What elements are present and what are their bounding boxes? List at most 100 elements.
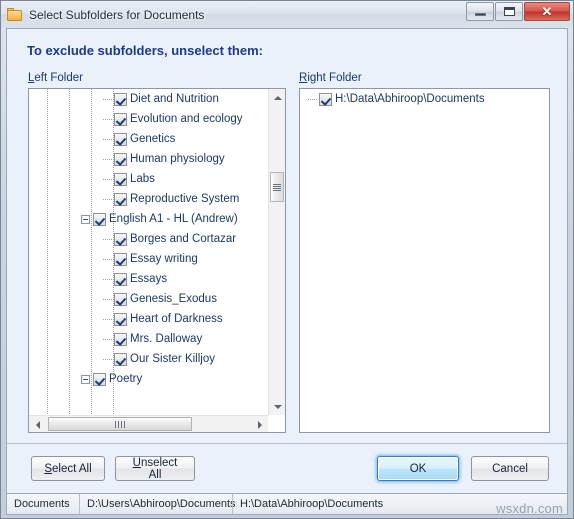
node-label: Genesis_Exodus — [130, 293, 217, 305]
node-checkbox[interactable] — [93, 212, 106, 226]
unselect-all-accel: U — [132, 457, 141, 469]
tree-node[interactable]: English A1 - HL (Andrew) — [29, 209, 268, 229]
node-label: Heart of Darkness — [130, 313, 223, 325]
node-label: Essay writing — [130, 253, 198, 265]
node-checkbox[interactable] — [114, 272, 127, 286]
node-label: Labs — [130, 173, 155, 185]
minimize-icon — [474, 13, 486, 16]
scroll-up-button[interactable] — [269, 89, 285, 106]
node-label: Evolution and ecology — [130, 113, 243, 125]
right-tree-nodes: H:\Data\Abhiroop\Documents — [300, 89, 549, 109]
node-label: Reproductive System — [130, 193, 240, 205]
grip-icon — [273, 183, 281, 191]
right-tree-box[interactable]: H:\Data\Abhiroop\Documents — [299, 88, 550, 433]
left-tree-nodes: Diet and Nutrition Evolution and ecology G… — [29, 89, 268, 389]
right-tree-scrollport: H:\Data\Abhiroop\Documents — [300, 89, 549, 432]
minimize-button[interactable] — [466, 2, 494, 21]
left-tree-box[interactable]: Diet and Nutrition Evolution and ecology G… — [28, 88, 286, 433]
confirm-buttons: OK Cancel — [377, 456, 549, 481]
status-cell-left-path: D:\Users\Abhiroop\Documents — [79, 494, 236, 514]
instruction-text: To exclude subfolders, unselect them: — [27, 43, 263, 58]
tree-node[interactable]: Human physiology — [29, 149, 268, 169]
grip-icon — [115, 420, 125, 428]
collapse-node-icon[interactable] — [81, 214, 90, 224]
triangle-up-icon — [273, 95, 282, 100]
node-checkbox[interactable] — [93, 372, 106, 386]
node-checkbox[interactable] — [114, 352, 127, 366]
window-controls: ✕ — [466, 2, 570, 21]
select-all-accel: S — [44, 462, 53, 475]
tree-node[interactable]: Labs — [29, 169, 268, 189]
node-checkbox[interactable] — [114, 232, 127, 246]
node-checkbox[interactable] — [114, 192, 127, 206]
tree-connector-line — [103, 118, 112, 120]
triangle-right-icon — [257, 420, 262, 429]
hscroll-thumb[interactable] — [48, 417, 192, 431]
tree-connector-line — [103, 338, 112, 340]
tree-node[interactable]: Genetics — [29, 129, 268, 149]
tree-node[interactable]: Reproductive System — [29, 189, 268, 209]
tree-connector-line — [103, 198, 112, 200]
tree-node[interactable]: Poetry — [29, 369, 268, 389]
right-folder-panel: Right Folder H:\Data\Abhiroop\Documents — [299, 72, 550, 433]
ok-button[interactable]: OK — [377, 456, 459, 481]
folder-icon — [7, 7, 23, 22]
node-checkbox[interactable] — [114, 292, 127, 306]
tree-node[interactable]: Evolution and ecology — [29, 109, 268, 129]
node-label: Human physiology — [130, 153, 225, 165]
node-label: Mrs. Dalloway — [130, 333, 203, 345]
node-checkbox[interactable] — [319, 92, 332, 106]
node-checkbox[interactable] — [114, 172, 127, 186]
tree-connector-line — [103, 178, 112, 180]
tree-connector-line — [103, 138, 112, 140]
tree-node[interactable]: Diet and Nutrition — [29, 89, 268, 109]
tree-connector-line — [103, 98, 112, 100]
tree-node[interactable]: Borges and Cortazar — [29, 229, 268, 249]
node-label: H:\Data\Abhiroop\Documents — [335, 93, 485, 105]
tree-node[interactable]: H:\Data\Abhiroop\Documents — [300, 89, 549, 109]
left-tree-hscrollbar[interactable] — [29, 415, 268, 432]
node-checkbox[interactable] — [114, 152, 127, 166]
collapse-node-icon[interactable] — [81, 374, 90, 384]
node-checkbox[interactable] — [114, 252, 127, 266]
scroll-right-button[interactable] — [251, 416, 268, 432]
node-checkbox[interactable] — [114, 332, 127, 346]
node-checkbox[interactable] — [114, 112, 127, 126]
tree-node[interactable]: Essay writing — [29, 249, 268, 269]
node-label: Poetry — [109, 373, 143, 385]
tree-node[interactable]: Genesis_Exodus — [29, 289, 268, 309]
node-label: English A1 - HL (Andrew) — [109, 213, 238, 225]
node-checkbox[interactable] — [114, 132, 127, 146]
vscroll-thumb[interactable] — [270, 172, 284, 202]
node-label: Essays — [130, 273, 168, 285]
left-folder-label-rest: eft Folder — [34, 72, 83, 84]
node-label: Genetics — [130, 133, 176, 145]
tree-connector-line — [103, 298, 112, 300]
scroll-left-button[interactable] — [29, 416, 46, 432]
tree-node[interactable]: Heart of Darkness — [29, 309, 268, 329]
tree-node[interactable]: Mrs. Dalloway — [29, 329, 268, 349]
button-bar: Select All Unselect All OK Cancel — [7, 443, 567, 493]
tree-connector-line — [103, 238, 112, 240]
dialog-body: To exclude subfolders, unselect them: Le… — [6, 28, 568, 493]
left-tree-scrollport: Diet and Nutrition Evolution and ecology G… — [29, 89, 268, 415]
close-button[interactable]: ✕ — [524, 2, 570, 21]
tree-node[interactable]: Essays — [29, 269, 268, 289]
title-bar[interactable]: Select Subfolders for Documents ✕ — [1, 1, 573, 28]
tree-node[interactable]: Our Sister Killjoy — [29, 349, 268, 369]
unselect-all-button[interactable]: Unselect All — [115, 456, 195, 481]
status-cell-right-path: H:\Data\Abhiroop\Documents — [232, 494, 390, 514]
node-label: Diet and Nutrition — [130, 93, 219, 105]
cancel-button[interactable]: Cancel — [471, 456, 549, 481]
select-all-button[interactable]: Select All — [31, 456, 105, 481]
watermark: wsxdn.com — [496, 501, 563, 515]
triangle-left-icon — [35, 420, 40, 429]
left-tree-vscrollbar[interactable] — [268, 89, 285, 415]
node-checkbox[interactable] — [114, 92, 127, 106]
tree-connector-line — [103, 258, 112, 260]
node-checkbox[interactable] — [114, 312, 127, 326]
node-label: Borges and Cortazar — [130, 233, 237, 245]
folder-panels: Left Folder Diet and Nutrition Evolution … — [7, 58, 567, 433]
maximize-button[interactable] — [495, 2, 523, 21]
scroll-down-button[interactable] — [269, 398, 285, 415]
